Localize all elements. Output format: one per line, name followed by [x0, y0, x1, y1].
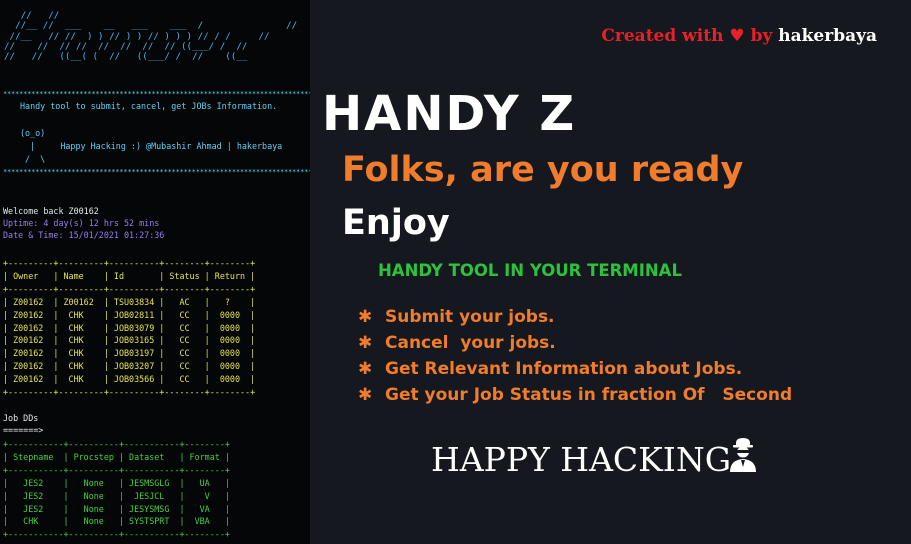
subtitle: Folks, are you ready [342, 150, 744, 190]
terminal-panel: __ // // // //__ // ___ __ ___ ___ / // … [0, 0, 310, 544]
hacker-icon [730, 438, 756, 472]
tagline: Handy tool to submit, cancel, get JOBs I… [20, 101, 278, 111]
uptime-line: Uptime: 4 day(s) 12 hrs 52 mins [3, 218, 160, 228]
ascii-banner: __ // // // //__ // ___ __ ___ ___ / // … [4, 10, 298, 63]
feature-item: ✱ Get Relevant Information about Jobs. [358, 356, 792, 382]
feature-text: Get your Job Status in fraction Of Secon… [385, 385, 793, 405]
feature-list: ✱ Submit your jobs. ✱ Cancel your jobs. ✱ G… [358, 304, 792, 408]
enjoy-heading: Enjoy [342, 203, 450, 243]
job-dds-label: Job DDs [3, 413, 39, 423]
feature-text: Submit your jobs. [385, 307, 555, 327]
arrow-line: =======> [3, 425, 44, 435]
asterisk-icon: ✱ [358, 333, 373, 353]
datetime-line: Date & Time: 15/01/2021 01:27:36 [3, 230, 165, 240]
credit-line: Created with ♥ by hakerbaya [601, 26, 877, 46]
feature-item: ✱ Submit your jobs. [358, 304, 792, 330]
ascii-face: (o_o) [20, 128, 46, 138]
feature-item: ✱ Get your Job Status in fraction Of Seco… [358, 382, 792, 408]
welcome-line: Welcome back Z00162 [3, 206, 99, 216]
star-divider-top: ****************************************… [3, 90, 310, 98]
star-divider-bottom: ****************************************… [3, 168, 310, 176]
dds-table: +-----------+----------+-----------+----… [3, 439, 230, 540]
ascii-legs: / \ [20, 154, 46, 164]
tool-tagline: HANDY TOOL IN YOUR TERMINAL [378, 261, 682, 280]
feature-text: Get Relevant Information about Jobs. [385, 359, 743, 379]
jobs-table: +---------+---------+----------+--------… [3, 258, 256, 398]
happy-hacking-heading: HAPPY HACKING [431, 440, 732, 479]
asterisk-icon: ✱ [358, 307, 373, 327]
page-title: HANDY Z [322, 86, 577, 142]
credit-prefix: Created with [601, 26, 724, 46]
asterisk-icon: ✱ [358, 359, 373, 379]
greeting-line: | Happy Hacking :) @Mubashir Ahmad | hak… [20, 141, 283, 151]
heart-icon: ♥ [729, 26, 745, 46]
credit-by: by [750, 26, 773, 46]
feature-item: ✱ Cancel your jobs. [358, 330, 792, 356]
credit-name: hakerbaya [778, 26, 877, 46]
feature-text: Cancel your jobs. [385, 333, 556, 353]
asterisk-icon: ✱ [358, 385, 373, 405]
